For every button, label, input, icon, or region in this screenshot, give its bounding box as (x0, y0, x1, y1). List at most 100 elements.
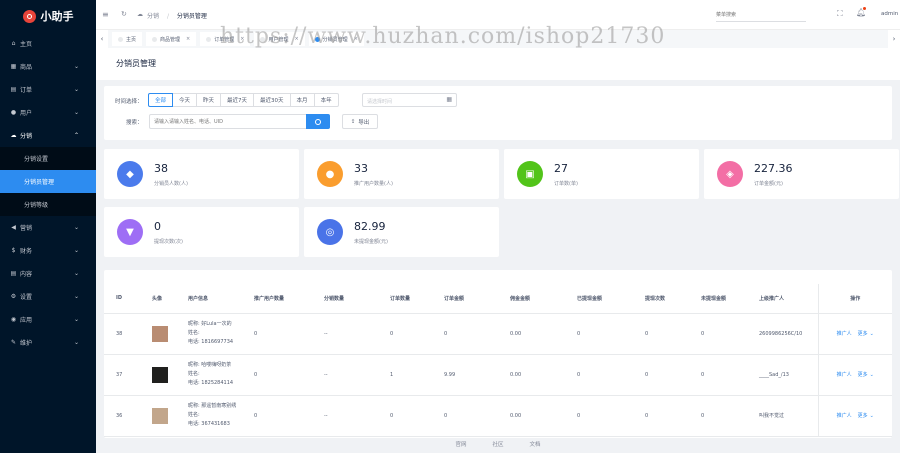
time-option[interactable]: 今天 (172, 93, 198, 107)
promote-link[interactable]: 推广人 (837, 331, 852, 337)
avatar[interactable] (152, 407, 168, 424)
avatar[interactable] (152, 366, 168, 383)
tab-close-icon[interactable]: × (186, 36, 190, 42)
search-button[interactable] (306, 114, 330, 129)
cell-orders: 0 (378, 395, 432, 437)
column-header: 推广用户数量 (242, 284, 312, 314)
tab[interactable]: 商品管理 × (146, 32, 197, 46)
user-info-nick: 昵称: 那遥暂南寒别绣 (188, 403, 237, 409)
search-icon (315, 118, 321, 125)
sidebar-item-label: 财务 (20, 248, 33, 255)
stat-label: 推广用户数量(人) (354, 181, 393, 187)
tab-label: 商品管理 (160, 36, 181, 43)
logo-text: 小助手 (40, 10, 74, 23)
chevron-down-icon[interactable]: ⌄ (870, 413, 874, 419)
cell-dist: -- (312, 395, 378, 437)
footer-link[interactable]: 社区 (492, 440, 503, 453)
share-icon: ☁ (10, 132, 17, 139)
tab-label: 主页 (126, 36, 137, 43)
sidebar-subitem[interactable]: 分销员管理 (0, 170, 96, 193)
footer-link[interactable]: 官网 (455, 440, 466, 453)
refresh-icon[interactable]: ↻ (121, 10, 127, 18)
promote-link[interactable]: 推广人 (837, 413, 852, 419)
user-name[interactable]: admin (881, 11, 898, 17)
date-placeholder: 请选择时间 (367, 98, 393, 105)
chevron-icon: ⌄ (73, 63, 79, 70)
time-option[interactable]: 全部 (148, 93, 174, 107)
user-info-name: 姓名: (188, 371, 200, 377)
user-info-phone: 电话: 367431683 (188, 421, 230, 427)
sidebar-subitem[interactable]: 分销设置 (0, 147, 96, 170)
cell-commission: 0.00 (498, 313, 565, 355)
cell-amount: 0 (432, 395, 498, 437)
sidebar-item[interactable]: $ 财务 ⌄ (0, 239, 96, 262)
chevron-down-icon[interactable]: ⌄ (870, 331, 874, 337)
sidebar-item[interactable]: ▤ 内容 ⌄ (0, 262, 96, 285)
sidebar-item[interactable]: ⌂ 主页 (0, 32, 96, 55)
stat-value: 33 (354, 162, 368, 175)
menu-search-input[interactable] (716, 8, 806, 22)
table-header-row: ID 头像 用户信息 推广用户数量 分销数量 订单数量 订单金额 佣金金额 已提现金额 提现次数未… (104, 284, 892, 314)
coin-icon: ◈ (717, 161, 743, 187)
sidebar-item-label: 订单 (20, 87, 33, 94)
date-picker[interactable]: 请选择时间 ▦ (362, 93, 457, 107)
cell-user-info: 昵称: 那遥暂南寒别绣 姓名: 电话: 367431683 (176, 395, 242, 437)
tab[interactable]: 主页 (112, 32, 143, 46)
sidebar-item[interactable]: ◀ 营销 ⌄ (0, 216, 96, 239)
stat-label: 订单数(单) (554, 181, 578, 187)
wrench-icon: ✎ (10, 339, 17, 346)
cell-dist: -- (312, 313, 378, 355)
user-info-name: 姓名: (188, 412, 200, 418)
cell-actions: 推广人 更多 ⌄ (817, 354, 892, 396)
cell-user-info: 昵称: 好Lula一次的 姓名: 电话: 1816697734 (176, 313, 242, 355)
cell-amount: 0 (432, 313, 498, 355)
cell-orders: 1 (378, 354, 432, 396)
export-label: 导出 (358, 119, 370, 126)
tabs-scroll-right-icon[interactable]: › (888, 30, 900, 48)
sidebar-item[interactable]: ☁ 分销 ⌃ (0, 124, 96, 147)
menu-toggle-icon[interactable]: ≡ (102, 10, 109, 19)
sidebar-item[interactable]: ▦ 商品 ⌄ (0, 55, 96, 78)
breadcrumb-item[interactable]: 分销 (147, 13, 159, 20)
table-card: ID 头像 用户信息 推广用户数量 分销数量 订单数量 订单金额 佣金金额 已提现金额 提现次数未… (104, 270, 892, 438)
time-option[interactable]: 最近7天 (220, 93, 255, 107)
logo[interactable]: 小助手 (0, 0, 96, 32)
tab-dot (152, 36, 158, 42)
cell-dist: -- (312, 354, 378, 396)
user-info-phone: 电话: 1825284114 (188, 380, 234, 386)
column-header: 未提现金额 (689, 284, 747, 314)
cart-icon: ▣ (517, 161, 543, 187)
column-header: 操作 (817, 284, 892, 314)
home-icon: ⌂ (11, 40, 16, 47)
more-link[interactable]: 更多 (858, 372, 868, 378)
time-option[interactable]: 昨天 (196, 93, 222, 107)
search-input[interactable] (149, 114, 307, 129)
sidebar: 小助手 ⌂ 主页 ▦ 商品 ⌄ ▤ 订单 ⌄ ● 用户 ⌄ ☁ 分销 ⌃ 分销设置 分销员管理 分销等级 ◀ 营… (0, 0, 96, 453)
fullscreen-icon[interactable]: ⛶ (837, 9, 843, 19)
chevron-down-icon[interactable]: ⌄ (870, 372, 874, 378)
table-row: 38 昵称: 好Lula一次的 姓名: 电话: 1816697734 0 -- 0 0 0.00… (104, 313, 892, 355)
time-option[interactable]: 本年 (313, 93, 339, 107)
sidebar-item[interactable]: ✎ 维护 ⌄ (0, 331, 96, 354)
footer-link[interactable]: 文档 (530, 440, 541, 453)
tab-dot (206, 36, 212, 42)
breadcrumb-icon: ☁ (137, 11, 143, 18)
logo-icon (22, 9, 36, 23)
avatar[interactable] (152, 325, 168, 342)
more-link[interactable]: 更多 (858, 413, 868, 419)
promote-link[interactable]: 推广人 (837, 372, 852, 378)
sidebar-item[interactable]: ▤ 订单 ⌄ (0, 78, 96, 101)
user-info-nick: 昵称: 哈喽嗨呀奶茶 (188, 362, 232, 368)
time-option[interactable]: 最近30天 (253, 93, 291, 107)
tabs-scroll-left-icon[interactable]: ‹ (96, 30, 108, 48)
export-button[interactable]: ⇪ 导出 (342, 114, 378, 129)
time-option[interactable]: 本月 (289, 93, 315, 107)
sidebar-item[interactable]: ⚙ 设置 ⌄ (0, 285, 96, 308)
sidebar-item[interactable]: ● 用户 ⌄ (0, 101, 96, 124)
more-link[interactable]: 更多 (858, 331, 868, 337)
stat-card: ◈ 227.36 订单金额(元) (704, 149, 899, 199)
cell-actions: 推广人 更多 ⌄ (817, 313, 892, 355)
sidebar-item[interactable]: ◉ 应用 ⌄ (0, 308, 96, 331)
sidebar-subitem[interactable]: 分销等级 (0, 193, 96, 216)
chevron-icon: ⌄ (73, 316, 79, 323)
